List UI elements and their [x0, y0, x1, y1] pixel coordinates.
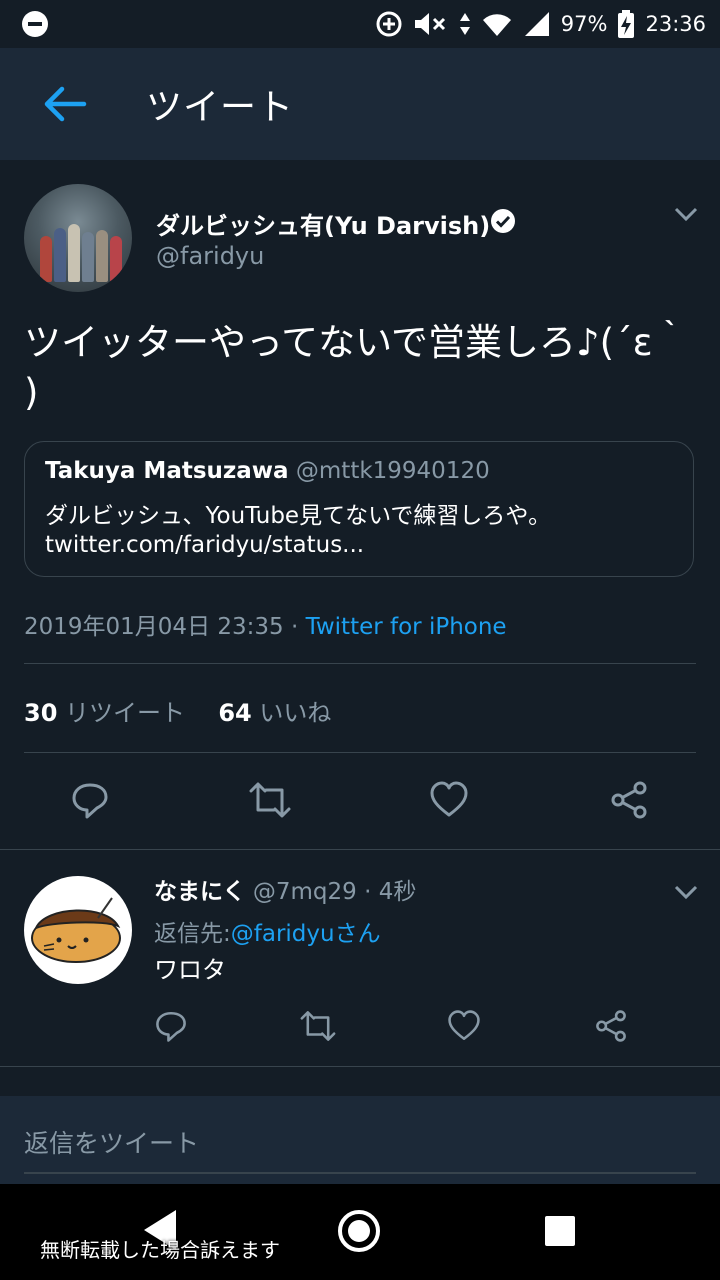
tweet-timestamp: 2019年01月04日 23:35 — [24, 614, 284, 640]
quoted-author-name: Takuya Matsuzawa — [45, 458, 289, 484]
divider — [0, 849, 720, 850]
data-transfer-icon — [459, 13, 470, 35]
reply-to: 返信先:@faridyuさん — [154, 914, 381, 948]
reply-author-avatar[interactable] — [24, 876, 132, 984]
quoted-author-handle: @mttk19940120 — [295, 458, 490, 484]
share-icon — [596, 1010, 626, 1042]
retweet-count[interactable]: 30 — [24, 699, 57, 727]
reply-time: · 4秒 — [364, 879, 417, 905]
author-avatar[interactable] — [24, 184, 132, 292]
avatar-illustration — [31, 897, 121, 963]
quoted-tweet-text: ダルビッシュ、YouTube見てないで練習しろや。 — [45, 503, 552, 529]
reply-button[interactable] — [154, 1009, 188, 1043]
share-icon — [611, 781, 647, 819]
divider — [24, 663, 696, 664]
retweet-icon — [300, 1011, 336, 1041]
like-label[interactable]: いいね — [259, 699, 331, 727]
status-bar: 97% 23:36 — [0, 0, 720, 48]
tweet-text: ツイッターやってないで営業しろ♪(´ε｀ ) — [24, 321, 690, 414]
reply-input-underline — [24, 1172, 696, 1174]
clock: 23:36 — [645, 12, 706, 36]
tweet-meta: 2019年01月04日 23:35 · Twitter for iPhone — [24, 607, 507, 641]
reply-button[interactable] — [70, 780, 110, 820]
like-icon — [430, 781, 468, 817]
nav-home-button[interactable] — [338, 1210, 380, 1252]
do-not-disturb-icon — [22, 11, 48, 37]
back-button[interactable] — [40, 80, 88, 128]
back-arrow-icon — [44, 86, 87, 122]
retweet-button[interactable] — [299, 1009, 337, 1043]
share-button[interactable] — [609, 780, 649, 820]
page-title: ツイート — [146, 87, 295, 128]
share-button[interactable] — [594, 1009, 628, 1043]
reply-author-line: なまにく @7mq29 · 4秒 — [154, 872, 416, 906]
watermark-text: 無断転載した場合訴えます — [40, 1238, 280, 1262]
like-icon — [448, 1010, 480, 1041]
quoted-tweet-link[interactable]: twitter.com/faridyu/status... — [45, 532, 364, 558]
verified-badge-icon — [491, 209, 515, 233]
retweet-button[interactable] — [248, 780, 292, 820]
reply-text: ワロタ — [154, 956, 226, 984]
like-count[interactable]: 64 — [218, 699, 251, 727]
chevron-down-icon[interactable] — [674, 884, 698, 900]
author-handle[interactable]: @faridyu — [156, 242, 264, 270]
reply-to-mention[interactable]: @faridyuさん — [231, 921, 381, 947]
reply-input-placeholder[interactable]: 返信をツイート — [24, 1124, 199, 1160]
author-name[interactable]: ダルビッシュ有(Yu Darvish) — [156, 206, 490, 241]
reply-author-name[interactable]: なまにく — [154, 879, 246, 905]
wifi-icon — [482, 14, 511, 36]
divider — [0, 1066, 720, 1067]
battery-charging-icon — [618, 10, 635, 38]
reply-author-handle[interactable]: @7mq29 — [253, 879, 357, 905]
retweet-icon — [249, 782, 291, 818]
divider — [24, 752, 696, 753]
data-saver-icon — [376, 11, 402, 37]
retweet-label[interactable]: リツイート — [65, 699, 185, 727]
reply-to-label: 返信先: — [154, 921, 231, 947]
like-button[interactable] — [447, 1009, 481, 1043]
tweet-stats: 30 リツイート 64 いいね — [24, 693, 331, 728]
app-bar: ツイート — [0, 48, 720, 160]
nav-recents-button[interactable] — [545, 1216, 575, 1246]
quoted-tweet[interactable]: Takuya Matsuzawa @mttk19940120 ダルビッシュ、Yo… — [24, 441, 694, 577]
chevron-down-icon[interactable] — [674, 206, 698, 222]
reply-icon — [156, 1011, 186, 1042]
battery-percent: 97% — [560, 12, 608, 36]
signal-icon — [524, 12, 549, 36]
like-button[interactable] — [429, 780, 469, 820]
status-icons: 97% 23:36 — [375, 0, 706, 48]
reply-icon — [72, 783, 108, 819]
meta-separator: · — [290, 614, 299, 640]
mute-icon — [414, 13, 445, 35]
tweet-source[interactable]: Twitter for iPhone — [306, 614, 507, 640]
quoted-tweet-author: Takuya Matsuzawa @mttk19940120 — [45, 458, 490, 484]
